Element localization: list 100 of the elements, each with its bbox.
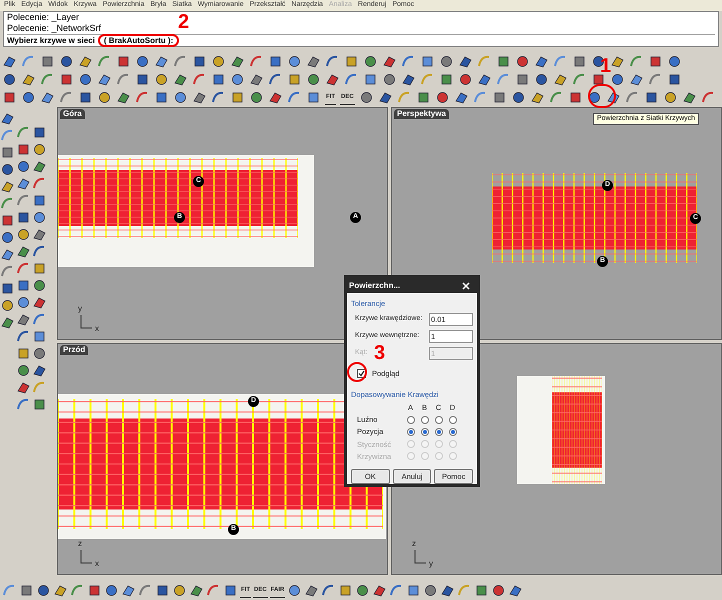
tool-icon[interactable] <box>458 72 473 86</box>
command-option[interactable]: ( BrakAutoSortu ): <box>98 34 180 47</box>
tool-icon[interactable] <box>268 72 283 86</box>
tool-icon[interactable] <box>304 583 320 598</box>
tool-icon[interactable] <box>0 298 15 313</box>
tool-icon[interactable] <box>16 312 31 327</box>
tool-icon[interactable] <box>32 346 47 361</box>
tool-icon[interactable] <box>423 583 438 598</box>
tool-icon[interactable] <box>534 72 549 86</box>
tool-icon[interactable] <box>32 278 47 293</box>
tool-icon[interactable] <box>32 210 47 225</box>
tool-icon[interactable] <box>662 90 678 104</box>
radio-button[interactable] <box>448 428 456 436</box>
tool-icon[interactable] <box>121 583 136 598</box>
tool-icon[interactable] <box>344 54 359 68</box>
tool-icon[interactable] <box>230 72 245 86</box>
tool-icon[interactable] <box>610 72 625 86</box>
tool-icon[interactable] <box>510 90 526 104</box>
tool-icon[interactable] <box>338 583 354 598</box>
tool-icon[interactable] <box>287 72 302 86</box>
tool-icon[interactable] <box>32 244 47 259</box>
radio-button[interactable] <box>406 428 414 436</box>
tool-icon[interactable] <box>32 329 47 344</box>
tool-icon[interactable] <box>439 54 454 68</box>
tool-icon[interactable] <box>416 90 431 104</box>
tool-icon[interactable] <box>644 90 659 104</box>
tool-icon[interactable] <box>492 90 507 104</box>
tool-icon[interactable] <box>382 54 397 68</box>
tool-icon[interactable] <box>135 72 150 86</box>
radio-button[interactable] <box>420 416 428 424</box>
tool-icon[interactable] <box>306 90 321 104</box>
tool-icon[interactable] <box>434 90 450 104</box>
tool-icon[interactable] <box>382 72 397 86</box>
tool-icon[interactable] <box>97 90 112 104</box>
tool-icon[interactable] <box>16 210 31 225</box>
tool-icon[interactable] <box>477 72 492 86</box>
tool-icon[interactable] <box>439 72 454 86</box>
tool-icon[interactable] <box>19 583 34 598</box>
tool-icon[interactable] <box>610 54 625 68</box>
tool-icon[interactable] <box>306 54 321 68</box>
tool-icon[interactable] <box>59 72 74 86</box>
tool-icon[interactable] <box>629 72 644 86</box>
tool-icon[interactable] <box>249 72 264 86</box>
tool-icon[interactable] <box>53 583 68 598</box>
tool-icon[interactable] <box>0 145 15 160</box>
tool-icon[interactable] <box>0 179 15 194</box>
tool-icon[interactable] <box>0 162 15 177</box>
tool-icon[interactable] <box>32 159 47 174</box>
tool-icon[interactable] <box>211 90 226 104</box>
tool-icon[interactable] <box>363 54 378 68</box>
tool-icon[interactable] <box>97 72 112 86</box>
tool-icon[interactable] <box>401 72 416 86</box>
tool-icon[interactable] <box>87 583 102 598</box>
tool-icon[interactable] <box>363 72 378 86</box>
tool-icon[interactable] <box>21 90 36 104</box>
tool-icon[interactable] <box>16 346 31 361</box>
tool-icon[interactable] <box>515 72 530 86</box>
tool-icon[interactable] <box>32 125 47 140</box>
tool-icon[interactable] <box>406 583 422 598</box>
tool-icon[interactable] <box>192 54 207 68</box>
tool-icon[interactable] <box>2 54 17 68</box>
viewport-title[interactable]: Perspektywa <box>394 109 449 119</box>
tool-icon[interactable] <box>223 583 238 598</box>
tool-icon[interactable] <box>40 90 55 104</box>
tool-icon[interactable] <box>173 90 188 104</box>
tool-icon[interactable] <box>568 90 583 104</box>
tool-icon[interactable] <box>530 90 545 104</box>
tool-icon[interactable] <box>32 142 47 157</box>
tool-icon[interactable] <box>135 54 150 68</box>
tool-icon[interactable] <box>268 90 283 104</box>
tool-icon[interactable] <box>16 295 31 310</box>
viewport-title[interactable]: Przód <box>60 344 88 354</box>
tool-icon[interactable] <box>0 111 15 126</box>
tool-icon[interactable] <box>553 72 568 86</box>
tool-icon[interactable] <box>496 54 511 68</box>
viewport-title[interactable]: Góra <box>60 109 85 119</box>
tool-icon[interactable] <box>32 397 47 412</box>
tool-icon[interactable] <box>78 72 93 86</box>
tool-icon[interactable] <box>173 72 188 86</box>
tool-icon[interactable] <box>667 72 682 86</box>
tool-icon[interactable] <box>325 72 340 86</box>
tool-icon[interactable] <box>36 583 51 598</box>
tool-icon[interactable] <box>16 278 31 293</box>
tool-icon[interactable] <box>355 583 370 598</box>
tool-icon[interactable] <box>189 583 204 598</box>
tool-icon[interactable] <box>32 227 47 242</box>
tool-icon[interactable] <box>420 54 435 68</box>
tool-icon[interactable] <box>534 54 549 68</box>
tool-icon[interactable] <box>40 54 55 68</box>
tool-icon[interactable] <box>32 193 47 208</box>
tool-icon[interactable] <box>682 90 697 104</box>
tool-icon[interactable] <box>358 90 374 104</box>
tool-icon[interactable] <box>172 583 187 598</box>
tool-icon[interactable] <box>249 90 264 104</box>
tool-icon[interactable] <box>491 583 506 598</box>
tool-icon[interactable] <box>230 90 245 104</box>
tool-icon[interactable] <box>32 363 47 378</box>
tool-icon[interactable] <box>32 295 47 310</box>
tool-icon[interactable] <box>59 54 74 68</box>
tool-icon[interactable] <box>2 72 17 86</box>
